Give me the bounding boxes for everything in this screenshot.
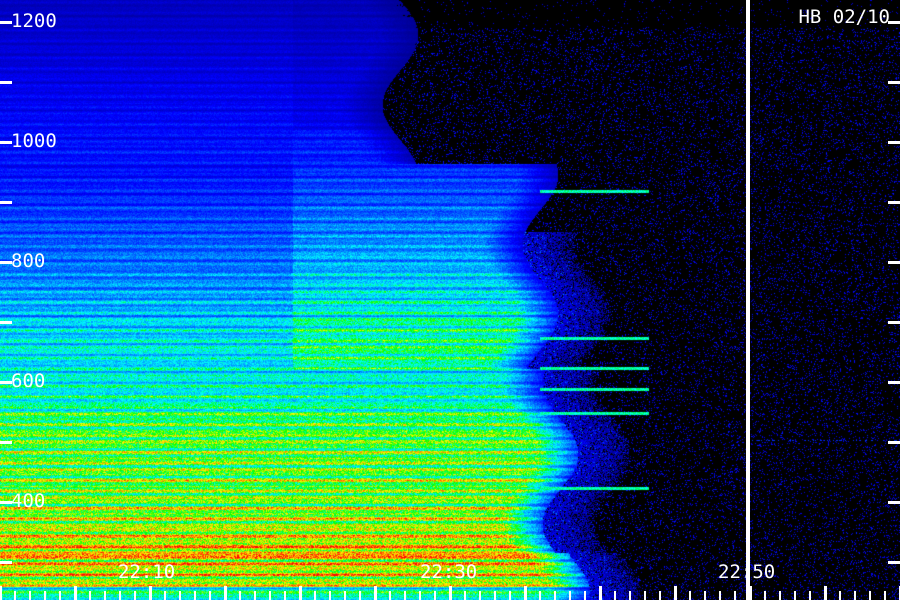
x-tick-minor xyxy=(134,591,136,600)
x-tick-minor xyxy=(689,591,691,600)
y-tick-right xyxy=(888,321,900,324)
x-tick-minor xyxy=(59,591,61,600)
x-tick-major xyxy=(824,586,827,600)
y-tick-label-400: 400 xyxy=(11,490,46,512)
x-tick-label-2230: 22:30 xyxy=(420,561,478,583)
x-tick-minor xyxy=(29,591,31,600)
x-tick-minor xyxy=(89,591,91,600)
x-tick-major xyxy=(74,586,77,600)
x-tick-minor xyxy=(194,591,196,600)
x-tick-minor xyxy=(239,591,241,600)
y-tick-right xyxy=(888,561,900,564)
y-tick-left xyxy=(0,501,12,504)
x-tick-minor xyxy=(539,591,541,600)
y-tick-left xyxy=(0,441,12,444)
x-tick-minor xyxy=(344,591,346,600)
y-tick-right xyxy=(888,381,900,384)
spectrogram-panel: 1200 1000 800 600 400 22:10 22:30 22:50 … xyxy=(0,0,900,600)
x-tick-major xyxy=(674,586,677,600)
y-tick-right xyxy=(888,501,900,504)
x-tick-major xyxy=(224,586,227,600)
x-tick-minor xyxy=(104,591,106,600)
y-tick-label-1200: 1200 xyxy=(11,10,57,32)
x-tick-minor xyxy=(629,591,631,600)
x-tick-minor xyxy=(359,591,361,600)
x-tick-label-2250: 22:50 xyxy=(718,561,776,583)
x-tick-minor xyxy=(44,591,46,600)
x-tick-minor xyxy=(284,591,286,600)
y-tick-right xyxy=(888,201,900,204)
y-tick-right xyxy=(888,21,900,24)
x-tick-minor xyxy=(764,591,766,600)
y-tick-label-1000: 1000 xyxy=(11,130,57,152)
y-tick-left xyxy=(0,201,12,204)
x-tick-minor xyxy=(419,591,421,600)
x-tick-minor xyxy=(659,591,661,600)
x-tick-minor xyxy=(584,591,586,600)
x-tick-minor xyxy=(404,591,406,600)
x-tick-minor xyxy=(794,591,796,600)
y-tick-right xyxy=(888,81,900,84)
x-tick-minor xyxy=(14,591,16,600)
x-tick-minor xyxy=(314,591,316,600)
x-tick-minor xyxy=(479,591,481,600)
x-tick-minor xyxy=(434,591,436,600)
y-tick-left xyxy=(0,261,12,264)
x-tick-minor xyxy=(269,591,271,600)
x-tick-minor xyxy=(509,591,511,600)
x-tick-major xyxy=(299,586,302,600)
x-tick-minor xyxy=(164,591,166,600)
x-tick-major xyxy=(524,586,527,600)
y-tick-label-600: 600 xyxy=(11,370,46,392)
x-tick-major xyxy=(0,586,2,600)
y-tick-right xyxy=(888,141,900,144)
x-tick-minor xyxy=(119,591,121,600)
x-tick-minor xyxy=(854,591,856,600)
x-tick-minor xyxy=(704,591,706,600)
x-tick-minor xyxy=(869,591,871,600)
x-tick-major xyxy=(749,586,752,600)
time-marker-line xyxy=(746,0,750,600)
x-tick-minor xyxy=(329,591,331,600)
y-tick-left xyxy=(0,561,12,564)
x-tick-minor xyxy=(554,591,556,600)
x-tick-minor xyxy=(644,591,646,600)
axes-overlay: 1200 1000 800 600 400 22:10 22:30 22:50 … xyxy=(0,0,900,600)
x-tick-minor xyxy=(809,591,811,600)
x-tick-minor xyxy=(209,591,211,600)
y-tick-left xyxy=(0,321,12,324)
x-tick-major xyxy=(449,586,452,600)
x-tick-minor xyxy=(494,591,496,600)
x-tick-minor xyxy=(569,591,571,600)
x-tick-minor xyxy=(839,591,841,600)
y-tick-right xyxy=(888,441,900,444)
x-tick-minor xyxy=(389,591,391,600)
y-tick-right xyxy=(888,261,900,264)
x-tick-label-2210: 22:10 xyxy=(118,561,176,583)
y-tick-left xyxy=(0,21,12,24)
x-tick-minor xyxy=(179,591,181,600)
x-tick-minor xyxy=(779,591,781,600)
x-tick-minor xyxy=(254,591,256,600)
x-tick-major xyxy=(599,586,602,600)
x-tick-major xyxy=(149,586,152,600)
y-tick-left xyxy=(0,141,12,144)
x-tick-minor xyxy=(464,591,466,600)
station-date-label: HB 02/10 xyxy=(798,6,890,28)
x-tick-minor xyxy=(884,591,886,600)
x-tick-major xyxy=(374,586,377,600)
y-tick-left xyxy=(0,81,12,84)
x-tick-minor xyxy=(734,591,736,600)
x-tick-minor xyxy=(719,591,721,600)
x-tick-minor xyxy=(614,591,616,600)
y-tick-left xyxy=(0,381,12,384)
y-tick-label-800: 800 xyxy=(11,250,46,272)
